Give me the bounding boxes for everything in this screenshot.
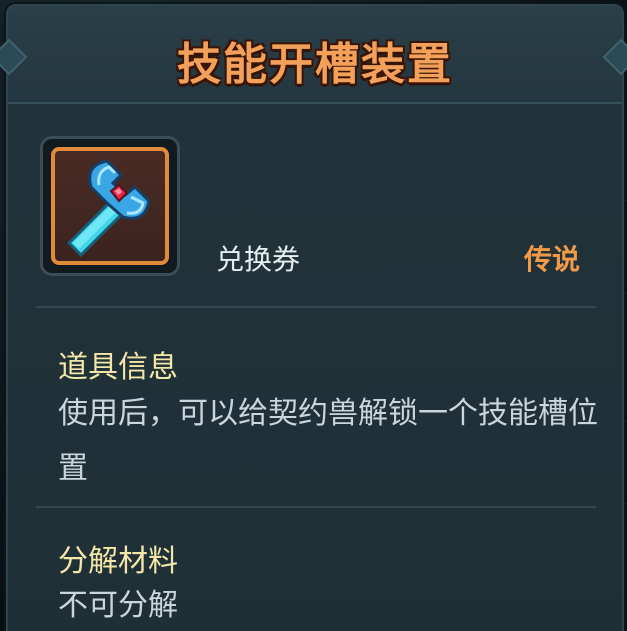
decompose-section-body: 不可分解	[58, 588, 178, 623]
decompose-section-title: 分解材料	[58, 544, 178, 579]
screen: 技能开槽装置 兑换券 传说 道具信息 使用后，可以给契约兽解锁一个技能槽位置 分…	[0, 0, 627, 631]
item-icon-background	[51, 147, 169, 265]
info-section-body: 使用后，可以给契约兽解锁一个技能槽位置	[58, 396, 598, 486]
item-detail-panel: 技能开槽装置 兑换券 传说 道具信息 使用后，可以给契约兽解锁一个技能槽位置 分…	[0, 4, 627, 631]
info-section-title: 道具信息	[58, 350, 178, 385]
divider	[36, 506, 596, 508]
panel-title: 技能开槽装置	[177, 39, 453, 90]
divider	[36, 306, 596, 308]
rarity-label: 传说	[523, 243, 580, 276]
panel-header: 技能开槽装置	[0, 6, 627, 104]
wrench-icon	[66, 159, 151, 258]
item-icon-slot[interactable]	[40, 136, 180, 276]
item-type-label: 兑换券	[216, 243, 301, 276]
